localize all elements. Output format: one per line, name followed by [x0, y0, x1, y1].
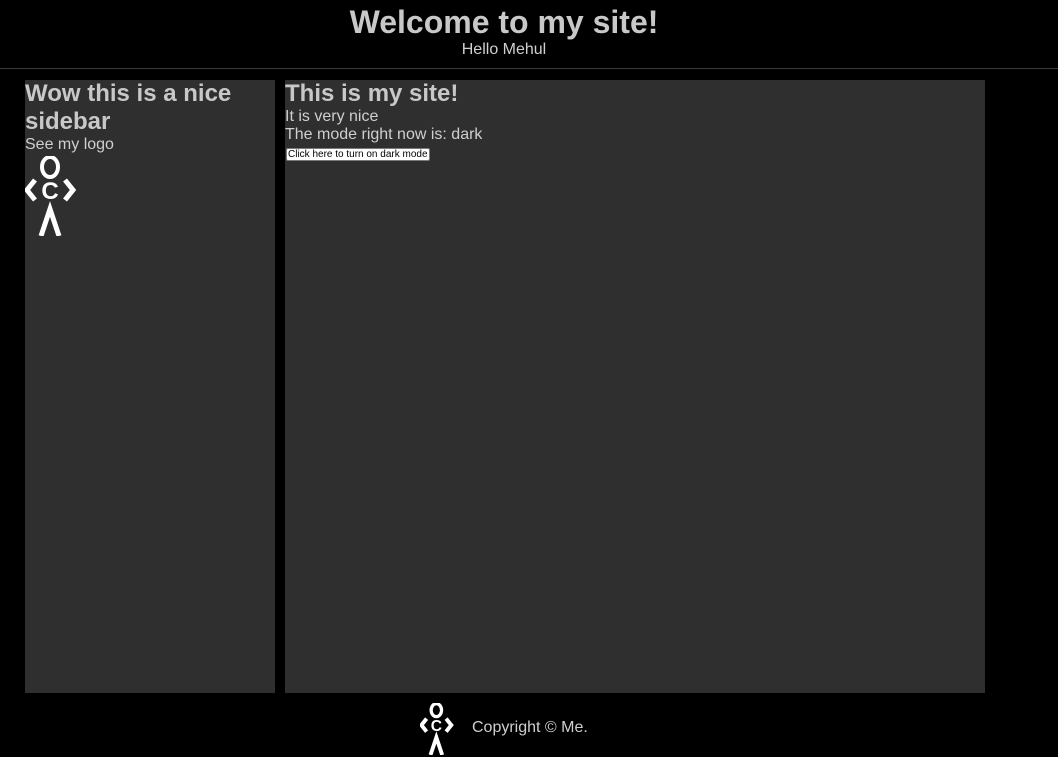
mode-status: The mode right now is: dark: [285, 126, 985, 144]
svg-text:C: C: [41, 178, 58, 205]
mode-label: The mode right now is:: [285, 126, 452, 143]
site-footer: C Copyright © Me.: [0, 700, 1058, 757]
main-content: This is my site! It is very nice The mod…: [285, 80, 985, 693]
dark-mode-toggle-button[interactable]: Click here to turn on dark mode: [286, 148, 430, 161]
logo-caption: See my logo: [25, 136, 114, 153]
stick-figure-logo-icon: C: [25, 156, 77, 236]
stick-figure-logo-icon: C: [420, 703, 454, 755]
copyright-text: Copyright © Me.: [472, 719, 588, 736]
page-title: Welcome to my site!: [349, 4, 659, 40]
description-text: It is very nice: [285, 108, 379, 125]
main-title: This is my site!: [285, 80, 459, 107]
mode-value: dark: [451, 126, 483, 143]
sidebar: Wow this is a nice sidebar See my logo C: [25, 80, 275, 693]
sidebar-title: Wow this is a nice sidebar: [25, 80, 232, 135]
greeting-text: Hello Mehul: [461, 41, 547, 58]
site-header: Welcome to my site! Hello Mehul: [0, 0, 1058, 69]
